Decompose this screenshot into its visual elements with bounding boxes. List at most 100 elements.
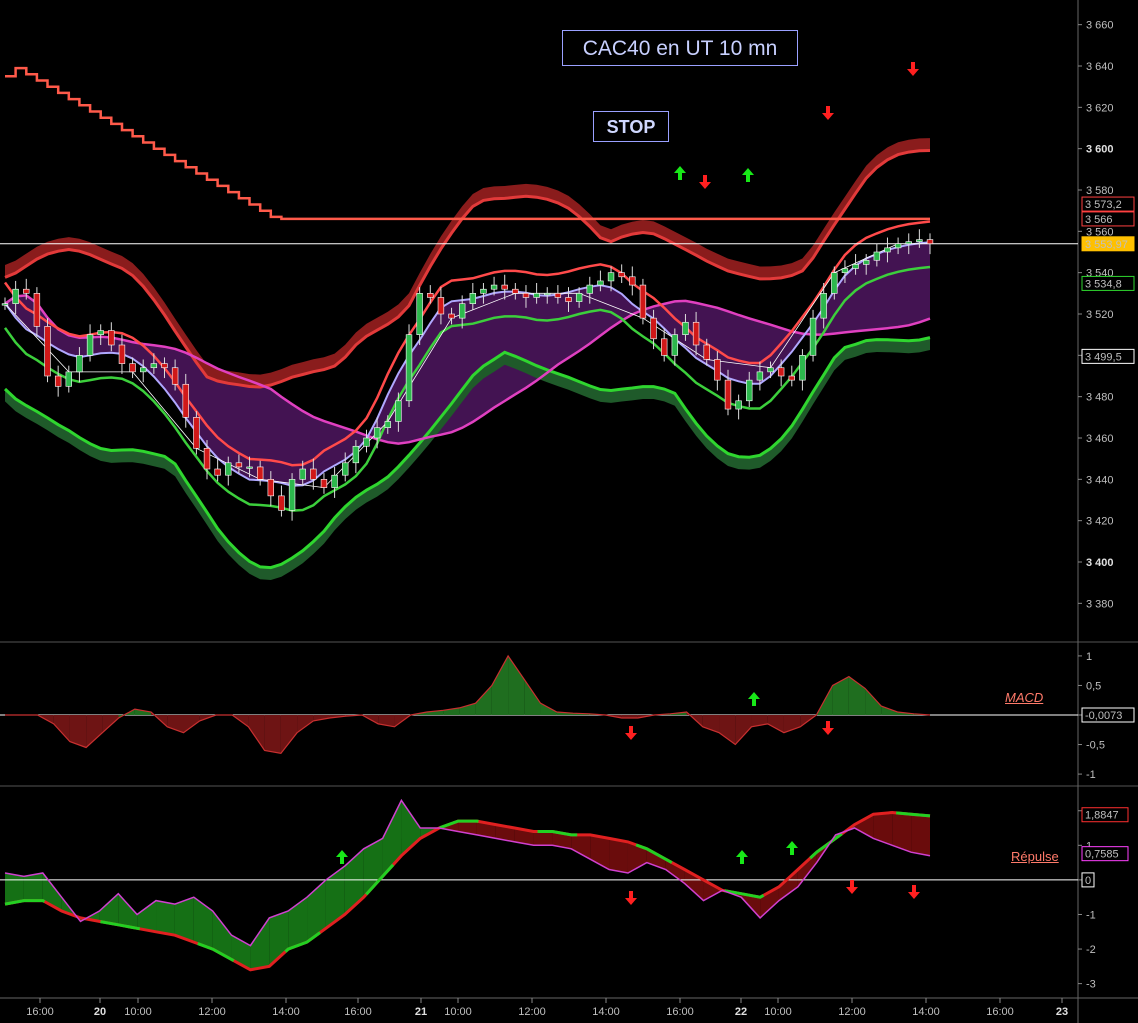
- macd-area-segment: [491, 655, 509, 715]
- candle-body: [310, 468, 317, 480]
- price-y-tick-label: 3 420: [1086, 516, 1114, 528]
- repulse-area-segment: [533, 831, 553, 846]
- candle-body: [65, 371, 72, 387]
- candle-body: [97, 330, 104, 335]
- candle-body: [565, 297, 572, 302]
- candle-body: [161, 363, 168, 369]
- candle-body: [23, 288, 30, 294]
- repulse-area-segment: [325, 866, 345, 929]
- candle-body: [384, 421, 391, 428]
- repulse-area-segment: [23, 872, 43, 901]
- macd-line: [5, 654, 931, 755]
- repulse-value-label: 0,7585: [1085, 849, 1119, 861]
- arrow-down-icon: [908, 885, 920, 899]
- macd-area-segment: [183, 715, 200, 733]
- x-tick-label: 12:00: [518, 1006, 546, 1018]
- price-value-label: 3 553,97: [1085, 239, 1128, 251]
- candle-body: [724, 379, 732, 410]
- arrow-up-icon: [736, 850, 748, 864]
- x-tick-label: 10:00: [444, 1006, 472, 1018]
- candle-body: [405, 334, 413, 402]
- macd-value-label: -0,0073: [1085, 710, 1122, 722]
- candle-body: [203, 448, 211, 470]
- candle-body: [331, 474, 338, 488]
- candle-body: [288, 479, 296, 511]
- macd-area-segment: [248, 715, 265, 751]
- price-y-tick-label: 3 580: [1086, 185, 1114, 197]
- price-y-tick-label: 3 640: [1086, 61, 1114, 73]
- candle-body: [352, 445, 360, 464]
- price-y-tick-label: 3 600: [1086, 144, 1114, 156]
- candle-body: [714, 359, 721, 381]
- arrow-down-icon: [822, 721, 834, 735]
- chart-title: CAC40 en UT 10 mn: [562, 30, 798, 66]
- price-y-tick-label: 3 400: [1086, 557, 1114, 569]
- candle-body: [575, 293, 583, 302]
- arrow-up-icon: [748, 692, 760, 706]
- price-value-label: 3 499,5: [1085, 351, 1122, 363]
- macd-area-segment: [280, 715, 298, 754]
- x-tick-label: 20: [94, 1006, 106, 1018]
- x-tick-label: 16:00: [666, 1006, 694, 1018]
- repulse-y-tick-label: -3: [1086, 979, 1096, 991]
- candle-body: [905, 241, 912, 245]
- candle-body: [256, 466, 264, 480]
- candle-body: [363, 437, 370, 447]
- arrow-up-icon: [786, 841, 798, 855]
- trailing-stop-line: [5, 66, 930, 221]
- candle-body: [852, 264, 859, 269]
- candle-body: [214, 468, 221, 476]
- macd-label: MACD: [1005, 690, 1044, 705]
- candle-body: [597, 280, 604, 286]
- candle-body: [448, 313, 455, 319]
- candle-body: [767, 367, 774, 373]
- candle-body: [235, 462, 243, 468]
- x-tick-label: 16:00: [26, 1006, 54, 1018]
- candle-body: [342, 462, 349, 476]
- candle-body: [437, 297, 445, 315]
- candle-body: [607, 272, 615, 282]
- candle-body: [150, 363, 158, 369]
- price-y-tick-label: 3 440: [1086, 474, 1114, 486]
- candle-body: [703, 344, 710, 360]
- repulse-label: Répulse: [1011, 849, 1059, 864]
- arrow-up-icon: [742, 168, 754, 182]
- macd-y-tick-label: 1: [1086, 651, 1092, 663]
- candle-body: [171, 367, 179, 385]
- candle-body: [118, 344, 126, 364]
- price-value-label: 3 573,2: [1085, 199, 1122, 211]
- arrow-down-icon: [822, 106, 834, 120]
- x-tick-label: 22: [735, 1006, 747, 1018]
- candle-body: [12, 288, 19, 304]
- candle-body: [76, 355, 83, 373]
- candle-body: [54, 375, 62, 387]
- x-tick-label: 10:00: [124, 1006, 152, 1018]
- candle-body: [395, 400, 402, 422]
- chart-canvas: 3 6603 6403 6203 6003 5803 5603 5403 520…: [0, 0, 1138, 1023]
- candle-body: [820, 293, 827, 319]
- candle-body: [692, 321, 700, 346]
- candle-body: [777, 367, 785, 377]
- candle-body: [225, 462, 232, 476]
- candle-body: [618, 272, 625, 278]
- candle-body: [278, 495, 285, 511]
- price-y-tick-label: 3 480: [1086, 392, 1114, 404]
- candle-body: [86, 334, 94, 356]
- x-tick-label: 14:00: [272, 1006, 300, 1018]
- candle-body: [246, 466, 253, 469]
- candle-body: [533, 293, 540, 298]
- arrow-up-icon: [674, 166, 686, 180]
- repulse-value-label: 1,8847: [1085, 810, 1119, 822]
- candle-body: [799, 355, 806, 381]
- arrow-down-icon: [625, 891, 637, 905]
- candle-body: [44, 326, 51, 377]
- candle-body: [586, 284, 593, 294]
- candle-body: [299, 468, 306, 480]
- arrow-down-icon: [846, 880, 858, 894]
- candle-body: [650, 317, 657, 340]
- candle-body: [512, 288, 519, 294]
- candle-body: [501, 284, 508, 290]
- repulse-area-segment: [797, 852, 817, 887]
- candle-body: [809, 317, 817, 356]
- x-tick-label: 12:00: [198, 1006, 226, 1018]
